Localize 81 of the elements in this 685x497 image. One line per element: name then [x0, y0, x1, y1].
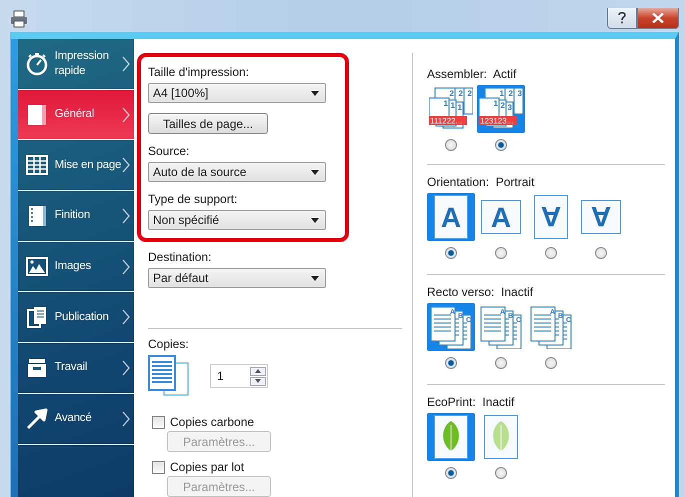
- letter-page-drawing: A: [481, 200, 521, 234]
- checkbox[interactable]: [152, 416, 165, 428]
- page-sizes-button[interactable]: Tailles de page...: [148, 113, 268, 134]
- radio-button[interactable]: [545, 357, 557, 369]
- sidebar-label: Impression rapide: [54, 48, 110, 79]
- help-button[interactable]: [607, 8, 637, 29]
- radio-button[interactable]: [495, 467, 507, 479]
- sidebar-item[interactable]: Travail: [18, 343, 134, 394]
- sidebar-label: Finition: [54, 208, 92, 224]
- help-icon: [618, 12, 626, 24]
- chevron-icon: [122, 410, 130, 427]
- printer-icon: [10, 10, 28, 28]
- radio-button[interactable]: [595, 247, 607, 259]
- sidebar-label: Général: [54, 107, 96, 122]
- dropdown[interactable]: Auto de la source: [148, 162, 326, 182]
- sidebar-label: Images: [54, 259, 92, 274]
- chevron-icon: [122, 157, 130, 174]
- option-tile[interactable]: A: [527, 193, 575, 241]
- radio-button[interactable]: [545, 247, 557, 259]
- letter-page-drawing: A: [434, 195, 468, 239]
- chevron-icon: [122, 56, 130, 72]
- copies-icon: [148, 355, 190, 397]
- checkbox-label[interactable]: Copies carbone: [152, 415, 402, 429]
- radio-button[interactable]: [445, 467, 457, 479]
- up-arrow-icon: [255, 369, 261, 373]
- image-icon: [24, 254, 49, 279]
- dropdown-arrow-icon: [311, 170, 319, 174]
- field-label: Source:: [148, 144, 190, 158]
- dropdown[interactable]: Non spécifié: [148, 210, 326, 230]
- option-tile[interactable]: [427, 413, 475, 461]
- chevron-icon: [122, 106, 130, 123]
- checkbox[interactable]: [152, 460, 165, 474]
- sidebar-label: Avancé: [54, 411, 93, 426]
- close-icon: [652, 13, 664, 23]
- stopwatch-icon: [24, 52, 49, 76]
- sidebar-label: Mise en page: [54, 158, 122, 173]
- radio-button[interactable]: [495, 357, 507, 369]
- pages-icon: [24, 305, 49, 330]
- sidebar-item[interactable]: Général: [18, 90, 134, 140]
- field-label: Destination:: [148, 250, 212, 264]
- option-tile[interactable]: A: [577, 193, 625, 241]
- radio-button[interactable]: [445, 139, 457, 151]
- sidebar-item[interactable]: Publication: [18, 292, 134, 344]
- field-label: Taille d'impression:: [148, 65, 250, 79]
- chevron-icon: [122, 208, 130, 224]
- sidebar-label: Publication: [54, 310, 110, 325]
- section-title: Assembler: Actif: [427, 67, 518, 81]
- dropdown[interactable]: Par défaut: [148, 268, 326, 288]
- sidebar-item[interactable]: Avancé: [18, 394, 134, 444]
- dropdown[interactable]: A4 [100%]: [148, 83, 326, 103]
- spin-down-button[interactable]: [250, 376, 266, 386]
- arrow-icon: [24, 406, 49, 431]
- sidebar-item[interactable]: Finition: [18, 191, 134, 242]
- option-tile[interactable]: A: [477, 193, 525, 241]
- radio-button[interactable]: [445, 247, 457, 259]
- sidebar-item[interactable]: Mise en page: [18, 140, 134, 192]
- section-title: Recto verso: Inactif: [427, 285, 534, 299]
- spin-up-button[interactable]: [250, 366, 266, 376]
- chevron-icon: [122, 309, 130, 326]
- table-icon: [24, 153, 49, 178]
- section-title: Orientation: Portrait: [427, 175, 536, 189]
- field-label: Type de support:: [148, 192, 238, 206]
- option-tile[interactable]: A: [427, 193, 475, 241]
- copies-label: Copies:: [148, 337, 190, 351]
- sidebar-label: Travail: [54, 360, 88, 376]
- radio-button[interactable]: [445, 357, 457, 369]
- letter-page-drawing: A: [581, 200, 621, 234]
- down-arrow-icon: [255, 379, 261, 383]
- radio-button[interactable]: [495, 139, 507, 151]
- chevron-icon: [122, 360, 130, 376]
- dropdown-arrow-icon: [311, 276, 319, 280]
- close-button[interactable]: [637, 8, 679, 29]
- letter-page-drawing: A: [534, 195, 568, 239]
- checkbox-label[interactable]: Copies par lot: [152, 460, 402, 474]
- section-title: EcoPrint: Inactif: [427, 395, 516, 409]
- radio-button[interactable]: [495, 247, 507, 259]
- sidebar-item[interactable]: Images: [18, 242, 134, 292]
- dropdown-arrow-icon: [311, 90, 319, 96]
- dropdown-arrow-icon: [311, 218, 319, 222]
- chevron-icon: [122, 258, 130, 275]
- copies-spinbox[interactable]: 1: [210, 364, 268, 388]
